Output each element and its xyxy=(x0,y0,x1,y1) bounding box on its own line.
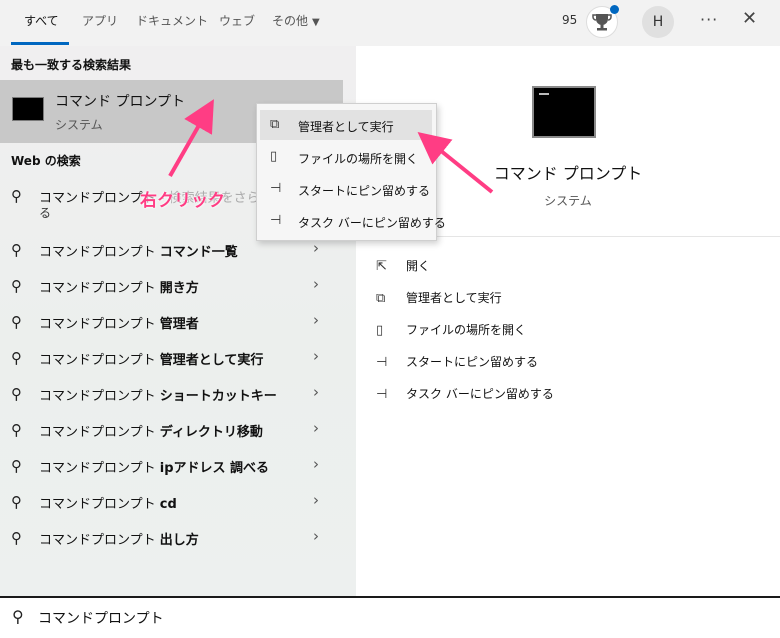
right-click-annotation: 右クリック xyxy=(140,191,225,211)
search-box[interactable]: ⚲ コマンドプロンプト xyxy=(0,596,780,638)
search-icon: ⚲ xyxy=(12,607,24,626)
annotation-arrows xyxy=(168,99,494,194)
arrow-to-item xyxy=(168,99,214,177)
arrow-to-menu xyxy=(417,131,494,194)
search-input[interactable]: コマンドプロンプト xyxy=(38,608,164,628)
